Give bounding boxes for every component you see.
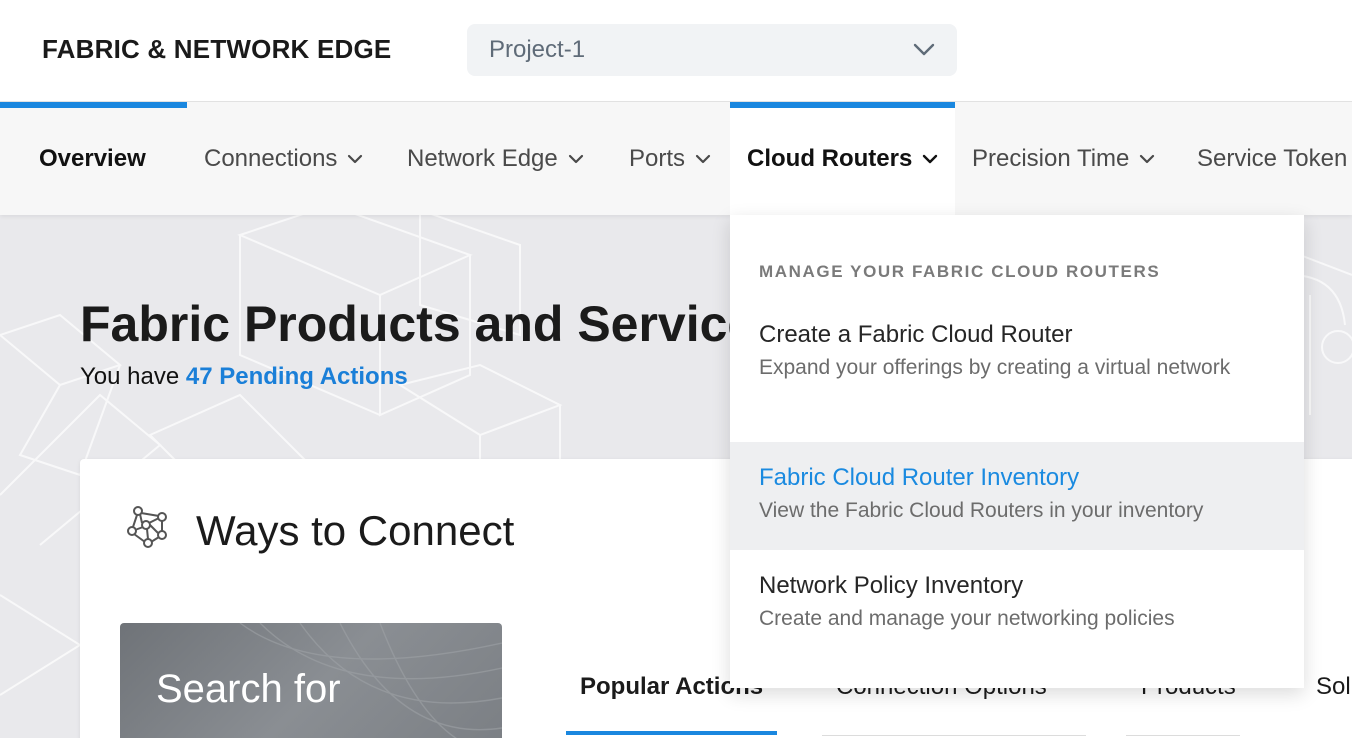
card-title: Ways to Connect — [196, 507, 515, 554]
project-select[interactable]: Project-1 — [467, 24, 957, 76]
menu-item-description: Expand your offerings by creating a virt… — [759, 356, 1231, 379]
tab-divider — [1126, 735, 1240, 736]
network-nodes-icon — [126, 505, 170, 554]
chevron-down-icon — [923, 154, 938, 163]
menu-item-title: Create a Fabric Cloud Router — [759, 321, 1073, 348]
chevron-down-icon — [695, 154, 711, 163]
search-tile[interactable]: Search for — [120, 623, 502, 738]
nav-network-edge[interactable]: Network Edge — [407, 102, 584, 215]
menu-item-description: View the Fabric Cloud Routers in your in… — [759, 499, 1204, 522]
nav-service-token[interactable]: Service Token — [1197, 102, 1347, 215]
menu-item-title: Network Policy Inventory — [759, 572, 1024, 599]
tab-solutions[interactable]: Sol — [1316, 673, 1351, 733]
search-tile-label: Search for — [156, 667, 341, 711]
menu-item-cloud-router-inventory[interactable]: Fabric Cloud Router Inventory View the F… — [730, 442, 1304, 550]
nav-overview-label: Overview — [39, 144, 146, 172]
menu-item-title: Fabric Cloud Router Inventory — [759, 464, 1080, 491]
nav-precision-time-label: Precision Time — [972, 144, 1130, 172]
nav-ports[interactable]: Ports — [629, 102, 711, 215]
top-header: FABRIC & NETWORK EDGE Project-1 — [0, 0, 1352, 102]
nav-connections[interactable]: Connections — [204, 102, 363, 215]
chevron-down-icon — [348, 154, 363, 163]
menu-item-create-cloud-router[interactable]: Create a Fabric Cloud Router Expand your… — [730, 321, 1304, 441]
cloud-routers-dropdown: MANAGE YOUR FABRIC CLOUD ROUTERS Create … — [730, 215, 1304, 688]
nav-ports-label: Ports — [629, 144, 686, 172]
menu-item-description: Create and manage your networking polici… — [759, 607, 1175, 630]
nav-connections-label: Connections — [204, 144, 338, 172]
chevron-down-icon — [568, 154, 583, 163]
pending-actions-prefix: You have — [80, 363, 180, 390]
dropdown-heading: MANAGE YOUR FABRIC CLOUD ROUTERS — [759, 262, 1161, 281]
menu-item-network-policy-inventory[interactable]: Network Policy Inventory Create and mana… — [730, 572, 1304, 662]
nav-network-edge-label: Network Edge — [407, 144, 558, 172]
nav-precision-time[interactable]: Precision Time — [972, 102, 1155, 215]
nav-service-token-label: Service Token — [1197, 144, 1348, 172]
nav-cloud-routers-label: Cloud Routers — [747, 144, 913, 172]
project-select-value: Project-1 — [489, 36, 586, 63]
pending-actions-link[interactable]: 47 Pending Actions — [186, 363, 408, 390]
page-title: Fabric Products and Services — [80, 296, 784, 352]
main-nav: Overview Connections Network Edge Ports … — [0, 102, 1352, 215]
tab-divider — [822, 735, 1086, 736]
brand-title: FABRIC & NETWORK EDGE — [42, 34, 392, 64]
nav-cloud-routers[interactable]: Cloud Routers — [730, 102, 955, 215]
chevron-down-icon — [1140, 154, 1155, 163]
pending-actions-text: You have 47 Pending Actions — [80, 363, 408, 391]
nav-overview[interactable]: Overview — [0, 102, 187, 215]
chevron-down-icon — [913, 43, 935, 57]
